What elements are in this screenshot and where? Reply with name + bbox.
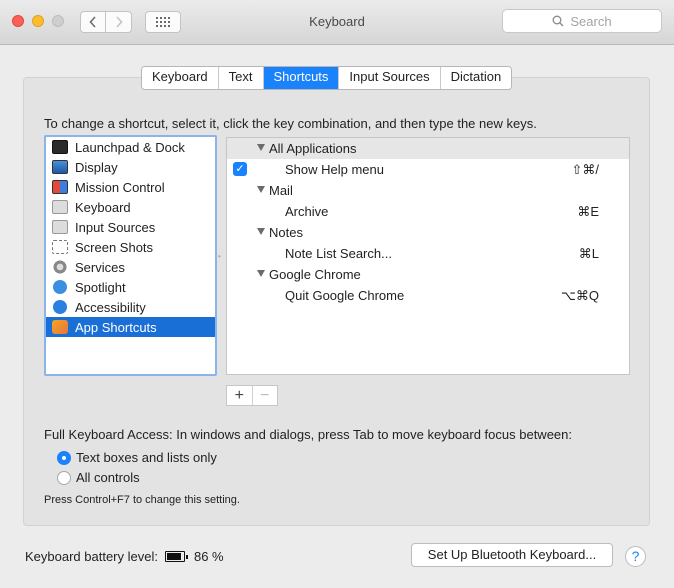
shortcut-keys[interactable]: ⌥⌘Q — [561, 288, 599, 304]
accessibility-icon — [53, 300, 67, 314]
search-icon — [552, 15, 564, 27]
shortcut-row-archive[interactable]: Archive ⌘E — [227, 201, 629, 222]
shortcut-row-show-help-menu[interactable]: ✓ Show Help menu ⇧⌘/ — [227, 159, 629, 180]
group-row-google-chrome[interactable]: Google Chrome — [227, 264, 629, 285]
disclosure-triangle-icon[interactable] — [257, 144, 265, 151]
add-remove-control: + − — [226, 385, 278, 406]
battery-icon — [164, 551, 188, 562]
launchpad-icon — [52, 140, 68, 154]
sidebar-item-input-sources[interactable]: Input Sources — [46, 217, 215, 237]
shortcut-enabled-checkbox[interactable]: ✓ — [233, 162, 247, 176]
group-label: Notes — [269, 225, 303, 240]
battery-value: 86 % — [193, 549, 224, 564]
search-placeholder: Search — [570, 13, 612, 29]
tab-text[interactable]: Text — [218, 67, 264, 89]
tab-keyboard[interactable]: Keyboard — [142, 67, 219, 89]
sidebar-item-label: Accessibility — [75, 299, 146, 315]
sidebar-item-launchpad-dock[interactable]: Launchpad & Dock — [46, 137, 215, 157]
shortcut-row-note-list-search[interactable]: Note List Search... ⌘L — [227, 243, 629, 264]
shortcut-keys[interactable]: ⌘E — [577, 204, 599, 220]
full-keyboard-access-label: Full Keyboard Access: In windows and dia… — [44, 427, 572, 442]
group-label: Google Chrome — [269, 267, 361, 282]
remove-shortcut-button[interactable]: − — [251, 386, 278, 405]
sidebar-item-display[interactable]: Display — [46, 157, 215, 177]
sidebar-item-label: Screen Shots — [75, 239, 154, 255]
keyboard-icon — [52, 200, 68, 214]
sidebar-item-label: App Shortcuts — [75, 319, 157, 335]
sidebar-item-mission-control[interactable]: Mission Control — [46, 177, 215, 197]
shortcut-label: Note List Search... — [285, 246, 392, 261]
input-sources-icon — [52, 220, 68, 234]
sidebar-item-spotlight[interactable]: Spotlight — [46, 277, 215, 297]
tab-shortcuts[interactable]: Shortcuts — [263, 67, 340, 89]
screenshot-icon — [52, 240, 68, 254]
sidebar-item-label: Keyboard — [75, 199, 131, 215]
add-shortcut-button[interactable]: + — [227, 386, 252, 405]
tab-input-sources[interactable]: Input Sources — [339, 67, 441, 89]
sidebar-item-services[interactable]: Services — [46, 257, 215, 277]
sidebar-item-label: Launchpad & Dock — [75, 139, 185, 155]
group-row-all-applications[interactable]: All Applications — [227, 138, 629, 159]
shortcut-keys[interactable]: ⇧⌘/ — [571, 162, 599, 178]
keyboard-access-hint: Press Control+F7 to change this setting. — [44, 494, 240, 506]
group-row-mail[interactable]: Mail — [227, 180, 629, 201]
battery-label: Keyboard battery level: — [25, 549, 158, 564]
tab-dictation[interactable]: Dictation — [440, 67, 512, 89]
group-row-notes[interactable]: Notes — [227, 222, 629, 243]
battery-status: Keyboard battery level: 86 % — [25, 549, 224, 564]
group-label: All Applications — [269, 141, 357, 156]
gear-icon — [52, 260, 68, 274]
radio-all-controls[interactable]: All controls — [57, 470, 140, 485]
shortcut-categories-list[interactable]: Launchpad & Dock Display Mission Control… — [44, 135, 217, 376]
radio-selected-indicator — [57, 450, 71, 465]
keyboard-preferences-window: Keyboard Search Keyboard Text Shortcuts … — [0, 0, 674, 588]
shortcuts-table[interactable]: All Applications ✓ Show Help menu ⇧⌘/ Ma… — [226, 137, 630, 375]
radio-label: Text boxes and lists only — [76, 450, 217, 465]
shortcut-label: Show Help menu — [285, 162, 384, 177]
spotlight-icon — [53, 280, 67, 294]
radio-unselected-indicator — [57, 470, 71, 485]
radio-text-boxes-lists[interactable]: Text boxes and lists only — [57, 450, 217, 465]
sidebar-item-label: Input Sources — [75, 219, 156, 235]
split-view-handle[interactable]: • — [218, 252, 222, 261]
sidebar-item-label: Display — [75, 159, 118, 175]
sidebar-item-screen-shots[interactable]: Screen Shots — [46, 237, 215, 257]
sidebar-item-app-shortcuts[interactable]: App Shortcuts — [46, 317, 215, 337]
mission-control-icon — [52, 180, 68, 194]
tab-bar: Keyboard Text Shortcuts Input Sources Di… — [141, 66, 513, 90]
sidebar-item-label: Services — [75, 259, 125, 275]
shortcut-label: Quit Google Chrome — [285, 288, 405, 303]
disclosure-triangle-icon[interactable] — [257, 228, 265, 235]
group-label: Mail — [269, 183, 293, 198]
sidebar-item-label: Spotlight — [75, 279, 126, 295]
search-input[interactable]: Search — [502, 9, 662, 33]
display-icon — [52, 160, 68, 174]
shortcut-label: Archive — [285, 204, 329, 219]
disclosure-triangle-icon[interactable] — [257, 186, 265, 193]
app-shortcuts-icon — [52, 320, 68, 334]
sidebar-item-accessibility[interactable]: Accessibility — [46, 297, 215, 317]
shortcut-keys[interactable]: ⌘L — [579, 246, 599, 262]
title-bar: Keyboard Search — [0, 0, 674, 45]
setup-bluetooth-keyboard-button[interactable]: Set Up Bluetooth Keyboard... — [411, 543, 613, 567]
battery-fill — [166, 553, 181, 560]
disclosure-triangle-icon[interactable] — [257, 270, 265, 277]
shortcut-row-quit-google-chrome[interactable]: Quit Google Chrome ⌥⌘Q — [227, 285, 629, 306]
sidebar-item-label: Mission Control — [75, 179, 165, 195]
instructions-text: To change a shortcut, select it, click t… — [44, 116, 537, 131]
help-button[interactable]: ? — [625, 546, 646, 567]
sidebar-item-keyboard[interactable]: Keyboard — [46, 197, 215, 217]
radio-label: All controls — [76, 470, 140, 485]
